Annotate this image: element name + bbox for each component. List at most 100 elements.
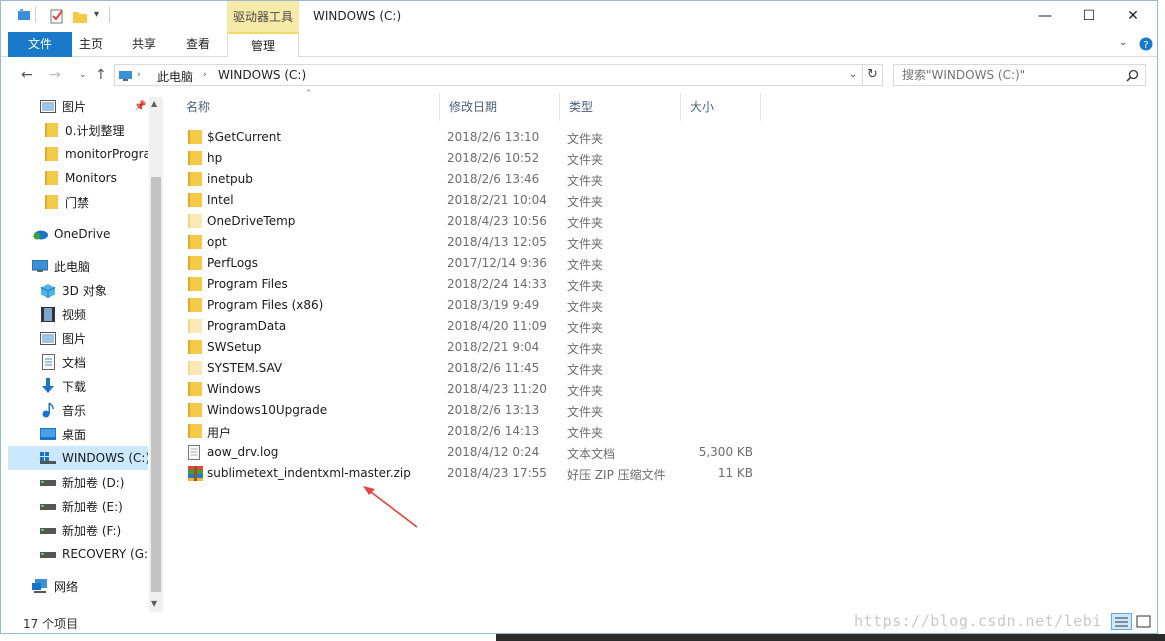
file-row[interactable]: OneDriveTemp 2018/4/23 10:56 文件夹	[181, 211, 771, 232]
details-view-icon[interactable]	[1111, 613, 1133, 631]
file-row[interactable]: hp 2018/2/6 10:52 文件夹	[181, 148, 771, 169]
up-arrow-icon[interactable]: ↑	[95, 67, 107, 83]
file-row[interactable]: Windows 2018/4/23 11:20 文件夹	[181, 379, 771, 400]
drive-icon	[40, 547, 56, 561]
folder-hidden-icon	[188, 361, 202, 375]
file-row[interactable]: Windows10Upgrade 2018/2/6 13:13 文件夹	[181, 400, 771, 421]
sidebar-item-label: WINDOWS (C:)	[62, 451, 148, 465]
sidebar-item-drive-f[interactable]: 新加卷 (F:)	[8, 519, 148, 541]
tab-share[interactable]: 共享	[125, 32, 163, 57]
sidebar-item-plan[interactable]: 0.计划整理	[8, 119, 148, 141]
folder-hidden-icon	[188, 319, 202, 333]
new-folder-icon[interactable]	[72, 8, 88, 26]
sidebar-item-downloads[interactable]: 下载	[8, 375, 148, 397]
folder-icon	[188, 151, 202, 165]
search-icon[interactable]	[1126, 69, 1139, 82]
properties-icon[interactable]	[49, 8, 65, 26]
file-row[interactable]: 用户 2018/2/6 14:13 文件夹	[181, 421, 771, 442]
sidebar-item-monitorprogra[interactable]: monitorProgra	[8, 143, 148, 165]
breadcrumb-this-pc[interactable]: 此电脑	[157, 68, 193, 85]
folder-hidden-icon	[188, 214, 202, 228]
file-row[interactable]: PerfLogs 2017/12/14 9:36 文件夹	[181, 253, 771, 274]
qa-divider	[109, 7, 110, 23]
sidebar-item-access-control[interactable]: 门禁	[8, 191, 148, 213]
sidebar-item-pictures[interactable]: 图片	[8, 327, 148, 349]
sidebar-item-label: Monitors	[65, 171, 117, 185]
onedrive-icon	[32, 227, 48, 241]
file-date: 2018/4/20 11:09	[447, 319, 547, 333]
file-row[interactable]: inetpub 2018/2/6 13:46 文件夹	[181, 169, 771, 190]
folder-icon	[188, 424, 202, 438]
sidebar-item-monitors[interactable]: Monitors	[8, 167, 148, 189]
file-row[interactable]: sublimetext_indentxml-master.zip 2018/4/2…	[181, 463, 771, 484]
scroll-up-icon[interactable]: ▲	[151, 99, 157, 108]
annotation-arrow-icon	[363, 486, 418, 528]
sidebar-item-documents[interactable]: 文档	[8, 351, 148, 373]
breadcrumb-windows-c[interactable]: WINDOWS (C:)	[218, 68, 306, 82]
column-header-type[interactable]: 类型	[560, 93, 681, 121]
file-row[interactable]: Program Files (x86) 2018/3/19 9:49 文件夹	[181, 295, 771, 316]
tab-view[interactable]: 查看	[179, 32, 217, 57]
recent-locations-chevron-icon[interactable]: ⌄	[79, 70, 87, 80]
close-button[interactable]: ✕	[1111, 1, 1155, 31]
file-row[interactable]: Program Files 2018/2/24 14:33 文件夹	[181, 274, 771, 295]
sidebar-item-label: 0.计划整理	[65, 123, 125, 138]
sidebar-item-desktop[interactable]: 桌面	[8, 423, 148, 445]
navigation-pane: 图片 📌 0.计划整理 monitorProgra Monitors 门禁 On…	[8, 93, 162, 613]
maximize-button[interactable]: ☐	[1067, 1, 1111, 31]
sidebar-item-label: 新加卷 (F:)	[62, 523, 122, 538]
back-arrow-icon[interactable]: ←	[21, 67, 33, 83]
file-row[interactable]: SWSetup 2018/2/21 9:04 文件夹	[181, 337, 771, 358]
search-box	[893, 64, 1146, 86]
large-icons-view-icon[interactable]	[1135, 613, 1153, 631]
file-row[interactable]: SYSTEM.SAV 2018/2/6 11:45 文件夹	[181, 358, 771, 379]
file-row[interactable]: $GetCurrent 2018/2/6 13:10 文件夹	[181, 127, 771, 148]
sidebar-item-drive-g[interactable]: RECOVERY (G:)	[8, 543, 148, 565]
file-row[interactable]: ProgramData 2018/4/20 11:09 文件夹	[181, 316, 771, 337]
ribbon-expand-chevron-icon[interactable]: ⌄	[1119, 37, 1127, 48]
file-row[interactable]: aow_drv.log 2018/4/12 0:24 文本文档 5,300 KB	[181, 442, 771, 463]
search-input[interactable]	[902, 66, 1122, 84]
column-header-size[interactable]: 大小	[681, 93, 761, 121]
file-name: Program Files (x86)	[207, 298, 324, 312]
forward-arrow-icon[interactable]: →	[49, 67, 61, 83]
address-dropdown-chevron-icon[interactable]: ⌄	[849, 69, 857, 80]
tab-manage[interactable]: 管理	[227, 32, 299, 57]
sidebar-item-3d-objects[interactable]: 3D 对象	[8, 279, 148, 301]
scroll-down-icon[interactable]: ▼	[151, 599, 157, 608]
minimize-button[interactable]: —	[1023, 1, 1067, 31]
refresh-button[interactable]: ↻	[863, 64, 883, 86]
scrollbar-thumb[interactable]	[151, 177, 161, 592]
drive-icon	[40, 499, 56, 513]
sidebar-item-pictures-quick[interactable]: 图片 📌	[8, 95, 148, 117]
minimize-icon: —	[1038, 8, 1052, 24]
file-row[interactable]: opt 2018/4/13 12:05 文件夹	[181, 232, 771, 253]
column-header-date[interactable]: 修改日期	[440, 93, 560, 121]
tab-file[interactable]: 文件	[8, 32, 72, 57]
sidebar-item-music[interactable]: 音乐	[8, 399, 148, 421]
sidebar-item-windows-c[interactable]: WINDOWS (C:)	[8, 446, 148, 470]
folder-icon	[188, 256, 202, 270]
file-date: 2018/2/6 14:13	[447, 424, 540, 438]
help-icon[interactable]: ?	[1139, 37, 1153, 51]
file-row[interactable]: Intel 2018/2/21 10:04 文件夹	[181, 190, 771, 211]
qa-customize-chevron-icon[interactable]: ▾	[94, 9, 99, 27]
text-file-icon	[188, 445, 202, 460]
sidebar-item-onedrive[interactable]: OneDrive	[8, 223, 148, 245]
pin-icon[interactable]: 📌	[134, 101, 146, 112]
file-type: 文件夹	[567, 405, 604, 419]
file-type: 文件夹	[567, 237, 604, 251]
file-name: $GetCurrent	[207, 130, 282, 144]
sidebar-item-label: 3D 对象	[62, 283, 107, 298]
folder-icon	[43, 147, 59, 161]
sidebar-item-this-pc[interactable]: 此电脑	[8, 255, 148, 277]
file-name: inetpub	[207, 172, 253, 186]
sidebar-item-network[interactable]: 网络	[8, 575, 148, 597]
tab-home[interactable]: 主页	[73, 32, 109, 57]
sidebar-item-drive-e[interactable]: 新加卷 (E:)	[8, 495, 148, 517]
address-bar[interactable]: › 此电脑 › WINDOWS (C:) ⌄	[114, 64, 863, 86]
refresh-icon: ↻	[867, 67, 878, 82]
sidebar-scrollbar[interactable]: ▲ ▼	[149, 97, 163, 612]
sidebar-item-drive-d[interactable]: 新加卷 (D:)	[8, 471, 148, 493]
sidebar-item-videos[interactable]: 视频	[8, 303, 148, 325]
